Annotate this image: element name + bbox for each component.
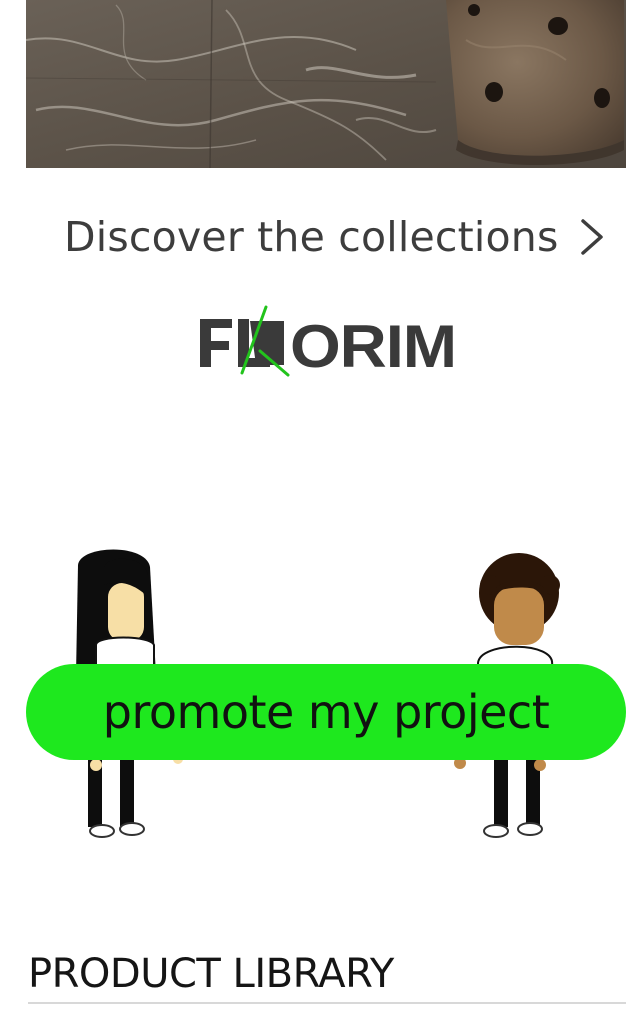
promote-my-project-label: promote my project: [102, 685, 550, 739]
svg-text:ORIM: ORIM: [290, 313, 456, 377]
hero-stone-photo: [26, 0, 626, 168]
chevron-right-icon: [577, 215, 607, 259]
product-library-title: PRODUCT LIBRARY: [28, 951, 394, 997]
discover-collections-label: Discover the collections: [64, 213, 559, 261]
discover-collections-link[interactable]: Discover the collections: [64, 208, 607, 266]
promote-my-project-button[interactable]: promote my project: [26, 664, 626, 760]
florim-logo-mark: ORIM: [200, 305, 457, 380]
product-library-section[interactable]: PRODUCT LIBRARY: [28, 950, 626, 1004]
florim-logo[interactable]: ORIM: [196, 305, 458, 380]
promote-project-section: promote my project: [0, 545, 626, 855]
hero-image: [26, 0, 626, 168]
